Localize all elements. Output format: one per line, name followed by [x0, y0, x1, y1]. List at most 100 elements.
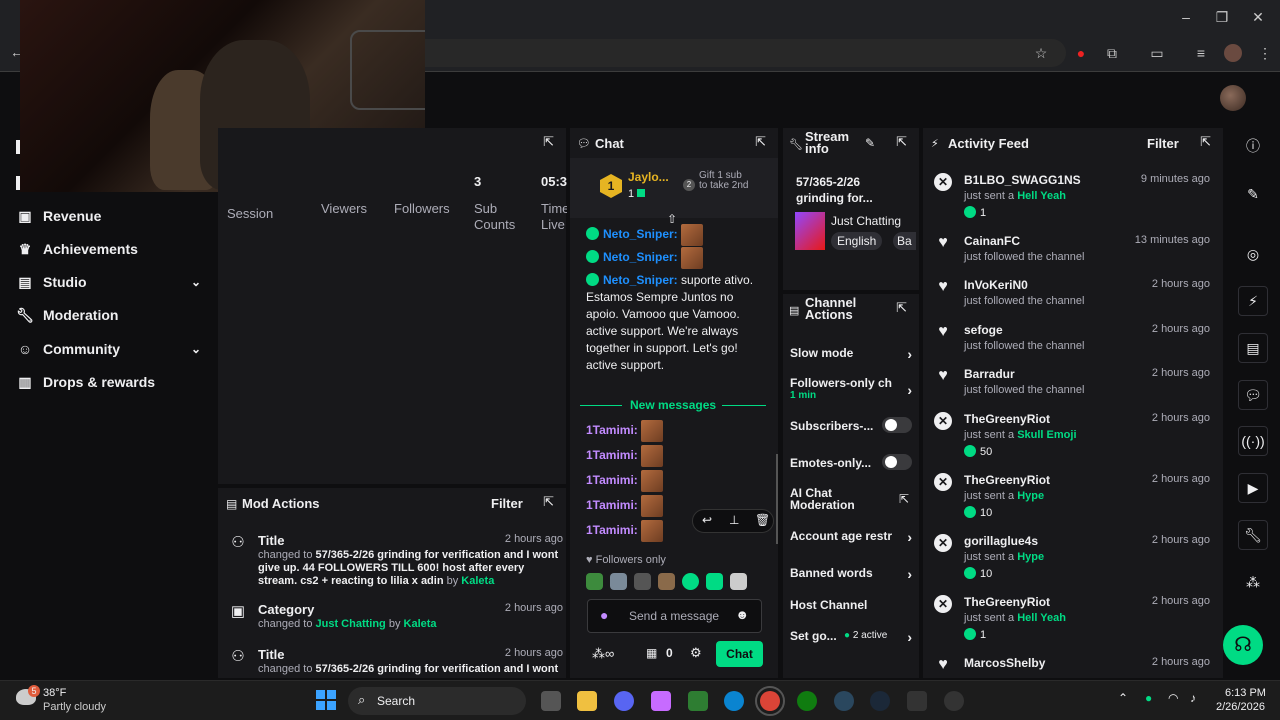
- volume-icon[interactable]: ♪: [1190, 691, 1196, 705]
- obs-icon[interactable]: [944, 691, 964, 711]
- emote-green-face[interactable]: [706, 573, 723, 590]
- chrome-icon[interactable]: [755, 686, 785, 716]
- help-headset-icon[interactable]: ☊: [1223, 625, 1263, 665]
- edge-icon[interactable]: [724, 691, 744, 711]
- ai-chat-moderation-row[interactable]: AI Chat Moderation: [790, 487, 860, 511]
- file-explorer-icon[interactable]: [577, 691, 597, 711]
- external-link-icon[interactable]: ⇱: [899, 492, 909, 506]
- popout-icon[interactable]: ⇱: [543, 494, 554, 510]
- notes-icon[interactable]: ▤: [1238, 333, 1268, 363]
- chat-username[interactable]: 1Tamimi:: [586, 523, 638, 537]
- host-channel-row[interactable]: Host Channel: [790, 598, 912, 612]
- close-icon[interactable]: ✕: [1248, 8, 1268, 26]
- chat-input[interactable]: ● Send a message ☻: [587, 599, 762, 633]
- edit-icon[interactable]: ✎: [865, 136, 875, 150]
- delete-icon[interactable]: 🗑︎: [755, 513, 770, 527]
- feed-item[interactable]: ✕ TheGreenyRiot 2 hours ago just sent a …: [934, 412, 1214, 462]
- chat-username[interactable]: 1Tamimi:: [586, 423, 638, 437]
- minimize-icon[interactable]: –: [1176, 8, 1196, 26]
- edit-icon[interactable]: ✎: [1238, 180, 1268, 210]
- mod-entry-user[interactable]: Kaleta: [461, 575, 494, 587]
- clock-date[interactable]: 2/26/2026: [1216, 701, 1265, 713]
- sidebar-item-achievements[interactable]: ♛ Achievements: [16, 238, 201, 260]
- menu-icon[interactable]: ⋮: [1256, 44, 1274, 62]
- feed-item[interactable]: ♥ InVoKeriN0 2 hours ago just followed t…: [934, 278, 1214, 312]
- banned-words-row[interactable]: Banned words ›: [790, 566, 912, 582]
- followers-only-row[interactable]: Followers-only ch › 1 min: [790, 376, 912, 401]
- feed-item[interactable]: ✕ TheGreenyRiot 2 hours ago just sent a …: [934, 595, 1214, 645]
- pin-icon[interactable]: ⊥: [729, 513, 739, 527]
- microphone-icon[interactable]: ●: [1145, 691, 1152, 705]
- category-boxart[interactable]: [795, 212, 825, 250]
- cast-icon[interactable]: ▭: [1148, 44, 1166, 62]
- emoji-icon[interactable]: ☻: [735, 607, 749, 622]
- bolt-icon[interactable]: ⚡︎: [1238, 286, 1268, 316]
- emote-green-chat[interactable]: [682, 573, 699, 590]
- category-name[interactable]: Just Chatting: [831, 214, 901, 228]
- capture-icon[interactable]: ◎: [1238, 240, 1268, 270]
- copilot-icon[interactable]: [651, 691, 671, 711]
- wrench-icon[interactable]: 🔧︎: [1238, 520, 1268, 550]
- leader-name[interactable]: Jaylo...: [628, 170, 669, 184]
- feed-item[interactable]: ♥ Barradur 2 hours ago just followed the…: [934, 367, 1214, 401]
- steam-icon[interactable]: [834, 691, 854, 711]
- chat-username[interactable]: 1Tamimi:: [586, 498, 638, 512]
- microphone-icon[interactable]: ●: [600, 607, 608, 623]
- set-goal-row[interactable]: Set go... ● 2 active ›: [790, 629, 912, 645]
- slow-mode-row[interactable]: Slow mode ›: [790, 346, 912, 362]
- chat-icon[interactable]: 💬︎: [1238, 380, 1268, 410]
- gift-sub-text[interactable]: Gift 1 sub to take 2nd: [699, 171, 749, 191]
- send-chat-button[interactable]: Chat: [716, 641, 763, 667]
- taskbar-search[interactable]: ⌕ Search: [348, 687, 526, 715]
- feed-item[interactable]: ♥ CainanFC 13 minutes ago just followed …: [934, 234, 1214, 268]
- filter-button[interactable]: Filter: [491, 496, 523, 511]
- popout-icon[interactable]: ⇱: [755, 134, 766, 150]
- video-icon[interactable]: ▶: [1238, 473, 1268, 503]
- steam-alt-icon[interactable]: [870, 691, 890, 711]
- tag-chip[interactable]: English: [831, 232, 883, 250]
- emote-hands[interactable]: [730, 573, 747, 590]
- gift-icon[interactable]: ▦: [646, 646, 657, 660]
- star-icon[interactable]: ☆: [1032, 44, 1050, 62]
- feed-item[interactable]: ♥ sefoge 2 hours ago just followed the c…: [934, 323, 1214, 357]
- chat-username[interactable]: 1Tamimi:: [586, 448, 638, 462]
- popout-icon[interactable]: ⇱: [543, 134, 554, 150]
- account-age-row[interactable]: Account age restr ›: [790, 529, 912, 545]
- mod-entry-user[interactable]: Kaleta: [404, 618, 437, 630]
- emote-hat[interactable]: [634, 573, 651, 590]
- feed-item[interactable]: ✕ B1LBO_SWAGG1NS 9 minutes ago just sent…: [934, 173, 1214, 223]
- chat-scrollbar[interactable]: [776, 454, 778, 544]
- user-avatar[interactable]: [1220, 85, 1246, 111]
- emote-pepe[interactable]: [586, 573, 603, 590]
- popout-icon[interactable]: ⇱: [896, 300, 907, 316]
- chat-username[interactable]: Neto_Sniper:: [603, 273, 678, 287]
- extension-red-icon[interactable]: ●: [1072, 44, 1090, 62]
- task-view-icon[interactable]: [541, 691, 561, 711]
- chevron-up-icon[interactable]: ⌃: [1118, 691, 1128, 705]
- sidebar-item-revenue[interactable]: ▣ Revenue: [16, 205, 201, 227]
- start-icon[interactable]: [316, 690, 336, 710]
- minecraft-icon[interactable]: [688, 691, 708, 711]
- emote-alien[interactable]: [610, 573, 627, 590]
- chat-username[interactable]: 1Tamimi:: [586, 473, 638, 487]
- filter-button[interactable]: Filter: [1147, 136, 1179, 151]
- emote-face[interactable]: [658, 573, 675, 590]
- sidebar-item-studio[interactable]: ▤ Studio ⌄: [16, 271, 201, 293]
- reply-icon[interactable]: ↩: [702, 513, 712, 527]
- extensions-icon[interactable]: ⧉: [1103, 44, 1121, 62]
- discord-icon[interactable]: [614, 691, 634, 711]
- channel-points-icon[interactable]: ⁂∞: [592, 646, 614, 662]
- sidebar-item-drops[interactable]: ▥ Drops & rewards: [16, 371, 201, 393]
- maximize-icon[interactable]: ❐: [1212, 8, 1232, 26]
- feed-item[interactable]: ✕ gorillaglue4s 2 hours ago just sent a …: [934, 534, 1214, 584]
- wifi-icon[interactable]: ◠: [1168, 691, 1178, 705]
- sidebar-item-community[interactable]: ☺ Community ⌄: [16, 338, 201, 360]
- feed-item[interactable]: ♥ MarcosShelby 2 hours ago: [934, 656, 1214, 676]
- broadcast-icon[interactable]: ((·)): [1238, 426, 1268, 456]
- popout-icon[interactable]: ⇱: [896, 134, 907, 150]
- chat-username[interactable]: Neto_Sniper:: [603, 227, 678, 241]
- feed-item[interactable]: ✕ TheGreenyRiot 2 hours ago just sent a …: [934, 473, 1214, 523]
- sidebar-item-moderation[interactable]: 🔧︎ Moderation: [16, 304, 201, 326]
- subscribers-only-toggle[interactable]: [882, 417, 912, 433]
- extensions-icon[interactable]: ⁂: [1238, 568, 1268, 598]
